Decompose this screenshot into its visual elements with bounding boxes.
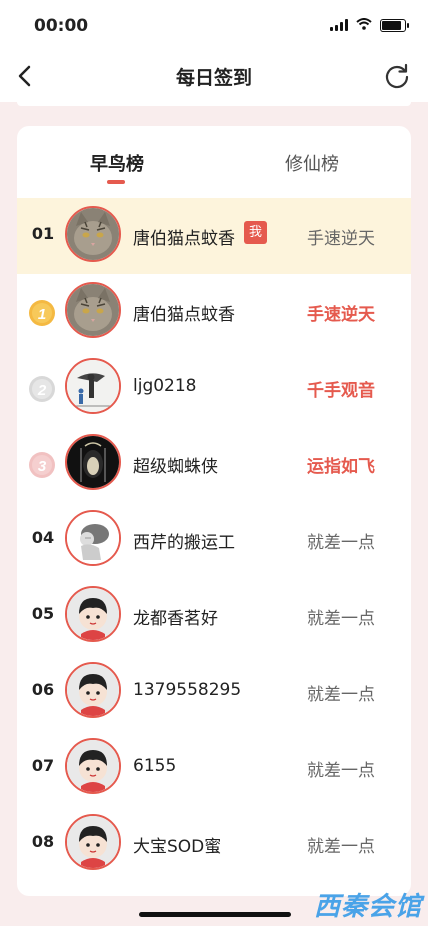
avatar <box>65 738 121 794</box>
avatar <box>65 434 121 490</box>
avatar <box>65 282 121 338</box>
tab-bar: 早鸟榜 修仙榜 <box>17 126 411 196</box>
rank-number: 04 <box>31 528 55 547</box>
user-title: 手速逆天 <box>307 229 375 249</box>
signal-icon <box>330 19 348 31</box>
me-badge: 我 <box>244 221 267 244</box>
user-name: 西芹的搬运工 <box>133 533 235 553</box>
refresh-button[interactable] <box>384 63 410 89</box>
nav-bar: 每日签到 <box>0 50 428 102</box>
avatar <box>65 206 121 262</box>
avatar <box>65 510 121 566</box>
status-bar: 00:00 <box>0 0 428 50</box>
user-name: 6155 <box>133 756 177 776</box>
user-name: 唐伯猫点蚊香 <box>133 305 235 325</box>
status-time: 00:00 <box>34 16 89 36</box>
wifi-icon <box>356 18 372 32</box>
user-name: 1379558295 <box>133 680 242 700</box>
user-name: 唐伯猫点蚊香 <box>133 229 235 249</box>
watermark: 西秦会馆 <box>313 892 422 922</box>
user-title: 就差一点 <box>307 761 375 781</box>
avatar <box>65 586 121 642</box>
avatar <box>65 662 121 718</box>
home-indicator[interactable] <box>139 912 291 917</box>
rank-row[interactable]: 05 龙都香茗好 就差一点 <box>17 578 411 654</box>
avatar <box>65 358 121 414</box>
rank-number: 06 <box>31 680 55 699</box>
bronze-medal-icon: 3 <box>27 450 57 480</box>
user-title: 就差一点 <box>307 533 375 553</box>
user-name: ljg0218 <box>133 376 197 396</box>
tab-early-bird[interactable]: 早鸟榜 <box>47 150 187 176</box>
top-strip <box>17 102 411 106</box>
user-title: 运指如飞 <box>307 457 375 477</box>
user-title: 就差一点 <box>307 609 375 629</box>
user-title: 就差一点 <box>307 837 375 857</box>
svg-text:3: 3 <box>38 458 47 475</box>
svg-text:2: 2 <box>37 382 47 399</box>
rank-row[interactable]: 3 超级蜘蛛侠 运指如飞 <box>17 426 411 502</box>
gold-medal-icon: 1 <box>27 298 57 328</box>
rank-row[interactable]: 1 唐伯猫点蚊香 手速逆天 <box>17 274 411 350</box>
rank-row[interactable]: 07 6155 就差一点 <box>17 730 411 806</box>
svg-text:1: 1 <box>38 306 46 323</box>
rank-number: 05 <box>31 604 55 623</box>
page-title: 每日签到 <box>175 67 252 89</box>
tab-immortal[interactable]: 修仙榜 <box>242 150 382 176</box>
user-title: 手速逆天 <box>307 305 375 325</box>
user-name: 超级蜘蛛侠 <box>133 457 218 477</box>
rank-row[interactable]: 08 大宝SOD蜜 就差一点 <box>17 806 411 882</box>
refresh-icon <box>385 63 409 89</box>
rank-row[interactable]: 2 ljg0218 千手观音 <box>17 350 411 426</box>
rank-row[interactable]: 06 1379558295 就差一点 <box>17 654 411 730</box>
rank-row[interactable]: 04 西芹的搬运工 就差一点 <box>17 502 411 578</box>
avatar <box>65 814 121 870</box>
user-title: 千手观音 <box>307 381 375 401</box>
rank-number: 01 <box>31 224 55 243</box>
my-rank-row[interactable]: 01 唐伯猫点蚊香 我 手速逆天 <box>17 198 411 274</box>
rank-number: 08 <box>31 832 55 851</box>
silver-medal-icon: 2 <box>27 374 57 404</box>
leaderboard-card: 早鸟榜 修仙榜 01 唐伯猫点蚊香 我 手速逆天 1 唐伯猫点蚊香 手速逆天 2… <box>17 126 411 896</box>
status-icons <box>330 18 409 32</box>
rank-number: 07 <box>31 756 55 775</box>
battery-icon <box>380 18 409 32</box>
user-name: 大宝SOD蜜 <box>133 837 222 857</box>
tab-indicator <box>107 180 125 184</box>
user-name: 龙都香茗好 <box>133 609 218 629</box>
user-title: 就差一点 <box>307 685 375 705</box>
